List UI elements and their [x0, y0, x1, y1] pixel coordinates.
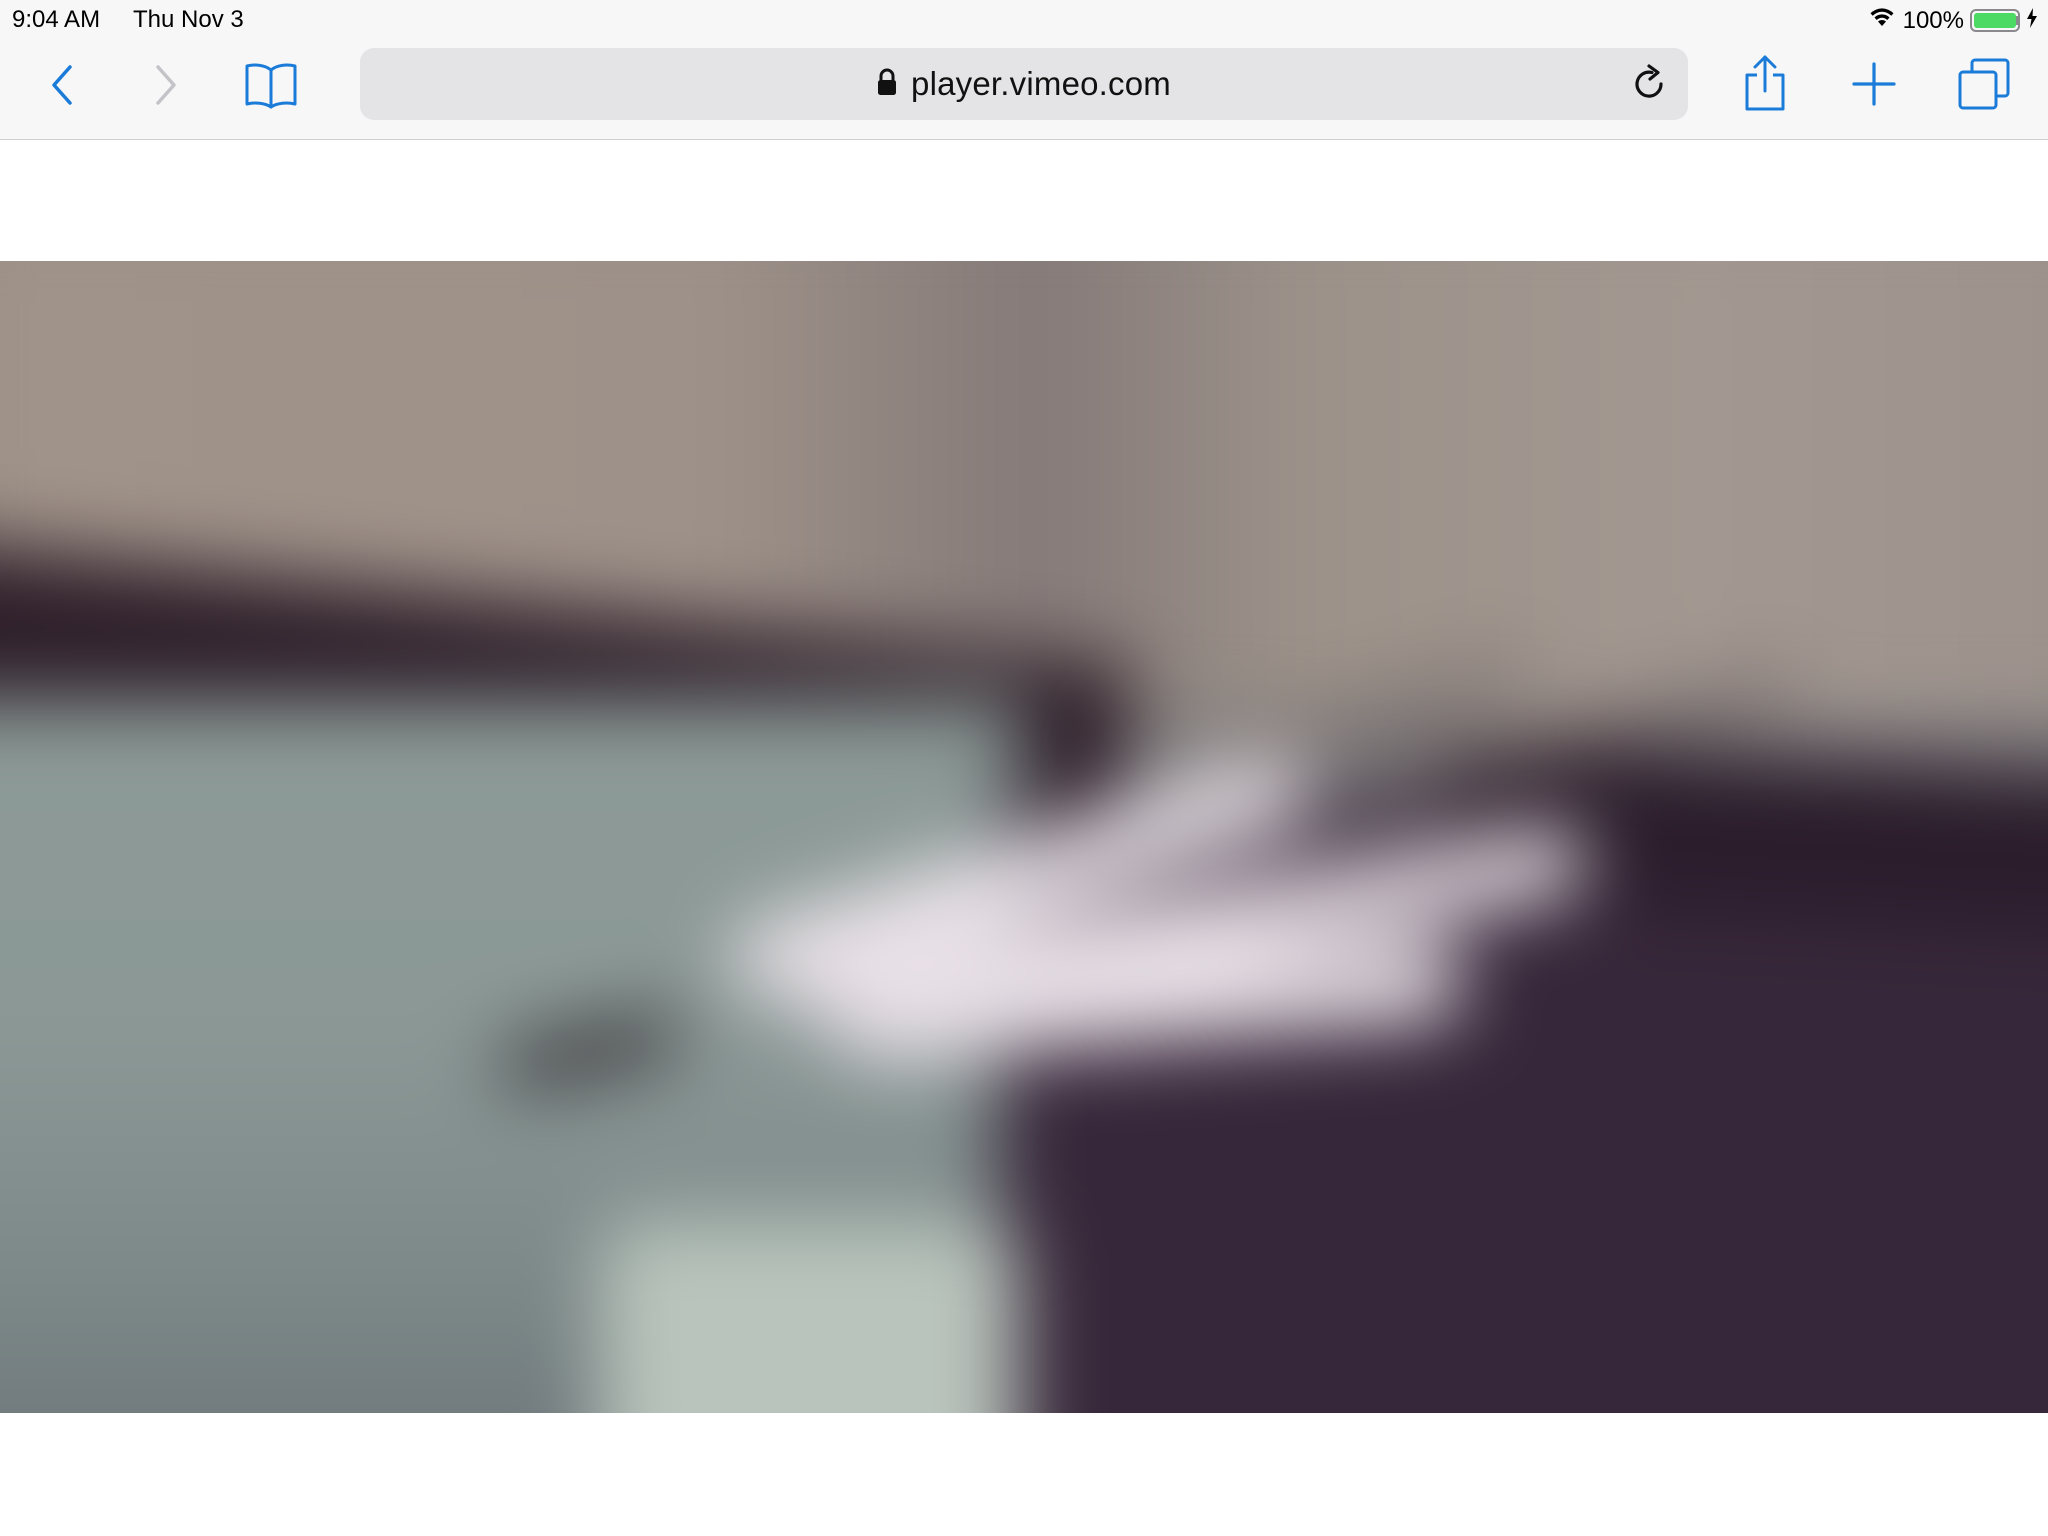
web-content: [0, 141, 2048, 1536]
bookmarks-button[interactable]: [240, 58, 302, 112]
chevron-right-icon: [154, 64, 178, 106]
video-frame-image: [0, 261, 2048, 1413]
battery-percent: 100%: [1902, 6, 1964, 34]
tabs-button[interactable]: [1956, 56, 2012, 112]
chevron-left-icon: [50, 64, 74, 106]
status-date: Thu Nov 3: [133, 6, 244, 33]
status-time: 9:04 AM: [12, 6, 101, 33]
tabs-icon: [1958, 58, 2010, 110]
browser-chrome: 9:04 AM Thu Nov 3 100% player.vimeo.com: [0, 0, 2048, 140]
book-icon: [243, 60, 299, 110]
share-button[interactable]: [1740, 52, 1790, 116]
status-indicators: 100%: [1867, 6, 2038, 35]
back-button[interactable]: [40, 60, 84, 110]
lock-icon: [877, 68, 897, 101]
plus-icon: [1852, 62, 1896, 106]
reload-icon: [1632, 64, 1668, 106]
forward-button[interactable]: [144, 60, 188, 110]
video-player[interactable]: [0, 261, 2048, 1413]
new-tab-button[interactable]: [1850, 58, 1898, 110]
wifi-icon: [1867, 6, 1897, 35]
reload-button[interactable]: [1632, 64, 1668, 107]
bolt-icon: [2026, 7, 2038, 35]
browser-toolbar: player.vimeo.com: [0, 42, 2048, 140]
address-bar[interactable]: player.vimeo.com: [360, 48, 1688, 120]
status-bar: 9:04 AM Thu Nov 3 100%: [0, 0, 2048, 42]
battery-icon: [1970, 9, 2020, 32]
share-icon: [1743, 55, 1787, 113]
url-text: player.vimeo.com: [911, 65, 1171, 102]
